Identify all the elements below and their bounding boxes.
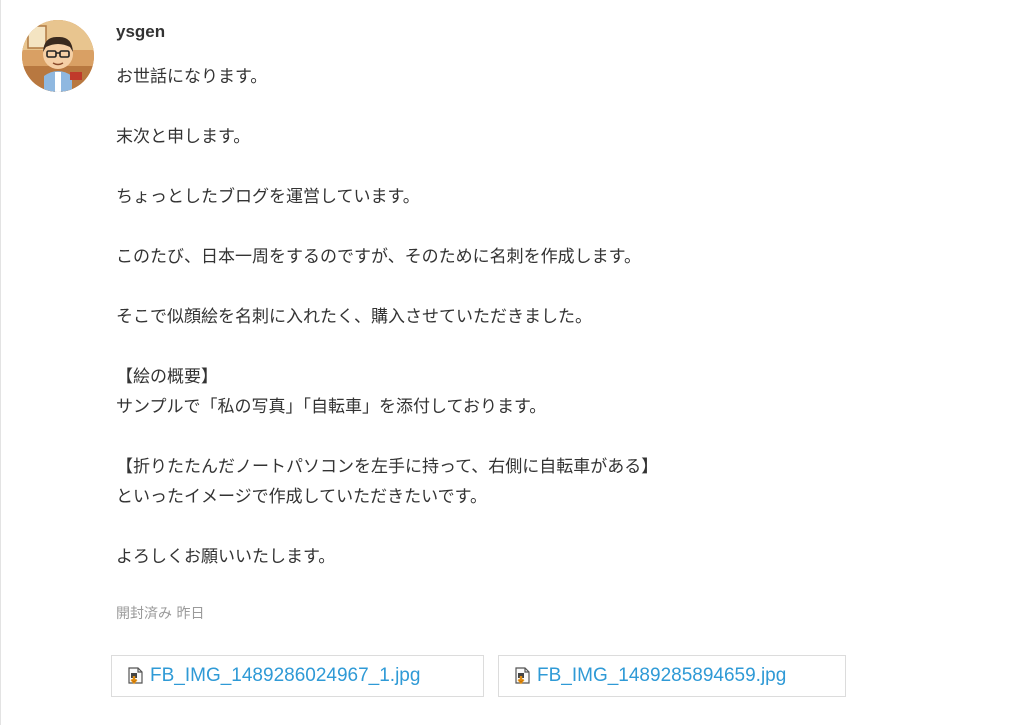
download-file-icon (128, 667, 143, 685)
message-line (116, 152, 996, 182)
message-line (116, 422, 996, 452)
attachment-link[interactable]: FB_IMG_1489286024967_1.jpg (111, 655, 484, 697)
avatar-cartoon-icon (22, 20, 94, 92)
message-line (116, 212, 996, 242)
message-line (116, 92, 996, 122)
message-line: ちょっとしたブログを運営しています。 (116, 187, 420, 207)
attachment-filename[interactable]: FB_IMG_1489285894659.jpg (537, 665, 786, 687)
message-line: といったイメージで作成していただきたいです。 (116, 487, 487, 507)
message-item: ysgen お世話になります。 末次と申します。 ちょっとしたブログを運営してい… (0, 0, 1024, 725)
message-line: サンプルで「私の写真」「自転車」を添付しております。 (116, 397, 547, 417)
message-line: 【折りたたんだノートパソコンを左手に持って、右側に自転車がある】 (116, 457, 659, 477)
message-line: 末次と申します。 (116, 127, 251, 147)
message-line: お世話になります。 (116, 67, 268, 87)
message-body: お世話になります。 末次と申します。 ちょっとしたブログを運営しています。 この… (116, 62, 996, 572)
attachment-filename[interactable]: FB_IMG_1489286024967_1.jpg (150, 665, 420, 687)
message-line: 【絵の概要】 (116, 367, 218, 387)
message-line: このたび、日本一周をするのですが、そのために名刺を作成します。 (116, 247, 641, 267)
attachment-link[interactable]: FB_IMG_1489285894659.jpg (498, 655, 846, 697)
read-status: 開封済み 昨日 (116, 606, 205, 622)
download-file-icon (515, 667, 530, 685)
message-line (116, 512, 996, 542)
message-line (116, 272, 996, 302)
message-line: そこで似顔絵を名刺に入れたく、購入させていただきました。 (116, 307, 592, 327)
sender-avatar[interactable] (22, 20, 94, 92)
message-line: よろしくお願いいたします。 (116, 547, 336, 567)
message-line (116, 332, 996, 362)
sender-name[interactable]: ysgen (116, 22, 165, 42)
